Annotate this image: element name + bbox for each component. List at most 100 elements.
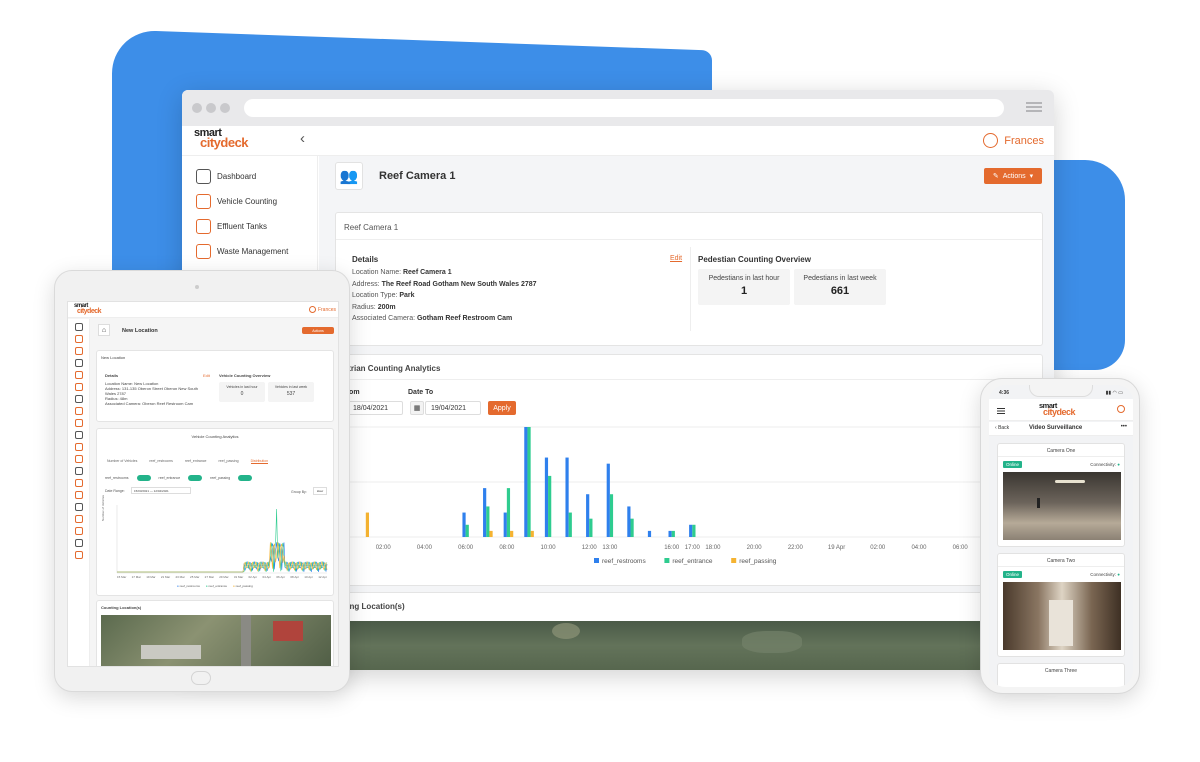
details-list: Location Name: New Location Address: 131…: [105, 381, 198, 406]
sidebar-module-icon[interactable]: [74, 323, 83, 331]
pedestrian-bar-chart: 091800:0002:0004:0006:0008:0010:0012:001…: [329, 425, 1026, 565]
bar-reef_restrooms: [606, 463, 610, 537]
detail-row: Location Type: Park: [352, 292, 415, 299]
x-tick-label: 08:00: [499, 545, 515, 551]
sidebar-module-icon[interactable]: [74, 335, 83, 343]
chart-legend: ● reef_restrooms ● reef_entrance ● reef_…: [177, 584, 253, 588]
location-icon: ⌂: [98, 324, 110, 336]
x-tick-label: 19 Mar: [146, 575, 156, 579]
x-tick-label: 23 Mar: [175, 575, 185, 579]
tab-reef-passing[interactable]: reef_passing: [219, 459, 239, 464]
x-tick-label: 06:00: [458, 545, 474, 551]
date-from-input[interactable]: 18/04/2021: [347, 401, 403, 415]
tab-reef-restrooms[interactable]: reef_restrooms: [149, 459, 173, 464]
detail-row: Location Name: Reef Camera 1: [352, 269, 452, 276]
bar-reef_entrance: [548, 475, 552, 537]
sidebar-module-icon[interactable]: [74, 539, 83, 547]
map-feature: [141, 645, 201, 659]
toggle-switch[interactable]: [238, 475, 253, 481]
camera-card[interactable]: Camera Two Online Connectivity: ●: [997, 553, 1125, 657]
phone-screen: 4:36 ▮▮ ◠ ▭ smart citydeck ‹ Back Video …: [989, 385, 1133, 687]
group-by-select[interactable]: Hour: [313, 487, 327, 495]
apply-button[interactable]: Apply: [488, 401, 516, 415]
user-menu[interactable]: Frances: [983, 133, 1044, 148]
x-tick-label: 04:00: [417, 545, 433, 551]
calendar-icon[interactable]: ▦: [410, 401, 424, 415]
sidebar-item-vehicle-counting[interactable]: Vehicle Counting: [182, 189, 317, 214]
satellite-map[interactable]: ◎ +: [322, 621, 1044, 670]
sidebar-module-icon[interactable]: [74, 479, 83, 487]
sidebar-item-dashboard[interactable]: Dashboard: [182, 164, 317, 189]
legend-reef_restrooms: reef_restrooms: [602, 558, 646, 565]
sidebar-module-icon[interactable]: [74, 527, 83, 535]
sidebar-item-waste-management[interactable]: Waste Management: [182, 239, 317, 264]
edit-link[interactable]: Edit: [203, 373, 210, 378]
legend-reef-entrance: ● reef_entrance: [205, 584, 228, 588]
actions-button[interactable]: Actions: [302, 327, 334, 334]
x-tick-label: 12:00: [582, 545, 598, 551]
analytics-card: Vehicle Counting Analytics Number of Veh…: [96, 428, 334, 596]
sidebar-module-icon[interactable]: [74, 503, 83, 511]
collapse-sidebar-icon[interactable]: ‹: [300, 130, 305, 147]
camera-feed[interactable]: [1003, 472, 1121, 540]
series-toggles: reef_restrooms reef_entrance reef_passin…: [105, 475, 253, 481]
tablet-home-button[interactable]: [191, 671, 211, 685]
actions-button[interactable]: ✎ Actions ▾: [984, 168, 1042, 184]
toggle-switch[interactable]: [136, 475, 151, 481]
date-range-input[interactable]: 15/03/2021 — 12/04/2021: [131, 487, 191, 494]
date-to-input[interactable]: 19/04/2021: [425, 401, 481, 415]
sidebar-module-icon[interactable]: [74, 419, 83, 427]
page-title: Reef Camera 1: [379, 170, 456, 182]
sidebar-module-icon[interactable]: [74, 383, 83, 391]
sidebar-module-icon[interactable]: [74, 515, 83, 523]
x-tick-label: 04:00: [911, 545, 927, 551]
sidebar-module-icon[interactable]: [74, 431, 83, 439]
date-range-label: Date Range:: [105, 489, 125, 493]
legend-reef-passing: ● reef_passing: [233, 584, 253, 588]
user-avatar-icon: [308, 306, 316, 313]
bar-reef_entrance: [486, 506, 490, 537]
sidebar-module-icon[interactable]: [74, 395, 83, 403]
sidebar-item-effluent-tanks[interactable]: Effluent Tanks: [182, 214, 317, 239]
tab-reef-entrance[interactable]: reef_entrance: [185, 459, 207, 464]
sidebar-module-icon[interactable]: [74, 359, 83, 367]
vehicle-icon: [196, 194, 211, 209]
sidebar-module-icon[interactable]: [74, 455, 83, 463]
sidebar-module-icon[interactable]: [74, 443, 83, 451]
location-card: Counting Location(s): [96, 600, 334, 666]
sidebar-module-icon[interactable]: [74, 491, 83, 499]
dashboard-icon: [196, 169, 211, 184]
camera-feed[interactable]: [1003, 582, 1121, 650]
back-button[interactable]: ‹ Back: [995, 425, 1009, 431]
sidebar-module-icon[interactable]: [74, 347, 83, 355]
sidebar-item-label: Effluent Tanks: [217, 222, 267, 231]
stat-last-week: Vehicles in last week 537: [268, 382, 314, 402]
toggle-switch[interactable]: [188, 475, 203, 481]
sidebar-module-icon[interactable]: [74, 551, 83, 559]
page-title: Video Surveillance: [1029, 425, 1083, 431]
tab-distribution[interactable]: Distribution: [250, 459, 269, 464]
browser-menu-icon[interactable]: [1026, 102, 1042, 104]
x-tick-label: 17 Mar: [131, 575, 141, 579]
smartcitydeck-logo[interactable]: smart citydeck: [194, 128, 249, 149]
smartcitydeck-logo[interactable]: smart citydeck: [1039, 402, 1076, 417]
x-axis-labels: 15 Mar 17 Mar 19 Mar 21 Mar 23 Mar 25 Mar 27 M…: [117, 575, 327, 579]
tablet-device: smart citydeck Frances ⌂ New Location Ac…: [54, 270, 350, 692]
user-menu[interactable]: Frances: [308, 306, 336, 313]
sidebar-module-icon[interactable]: [74, 467, 83, 475]
camera-card[interactable]: Camera Three: [997, 663, 1125, 687]
camera-card[interactable]: Camera One Online Connectivity: ●: [997, 443, 1125, 547]
smartcitydeck-logo[interactable]: smart citydeck: [74, 303, 102, 314]
sidebar-module-icon[interactable]: [74, 407, 83, 415]
menu-icon[interactable]: [997, 408, 1005, 410]
details-heading: Details: [105, 373, 119, 378]
tab-number-of-vehicles[interactable]: Number of Vehicles: [107, 459, 137, 464]
map-feature: [742, 631, 802, 653]
edit-link[interactable]: Edit: [670, 255, 682, 262]
more-options-icon[interactable]: •••: [1121, 424, 1127, 430]
address-bar[interactable]: [244, 99, 1004, 117]
sidebar-module-icon[interactable]: [74, 371, 83, 379]
user-avatar-icon[interactable]: [1117, 405, 1125, 413]
satellite-map[interactable]: [101, 615, 331, 666]
camera-name: Camera One: [1046, 448, 1076, 454]
